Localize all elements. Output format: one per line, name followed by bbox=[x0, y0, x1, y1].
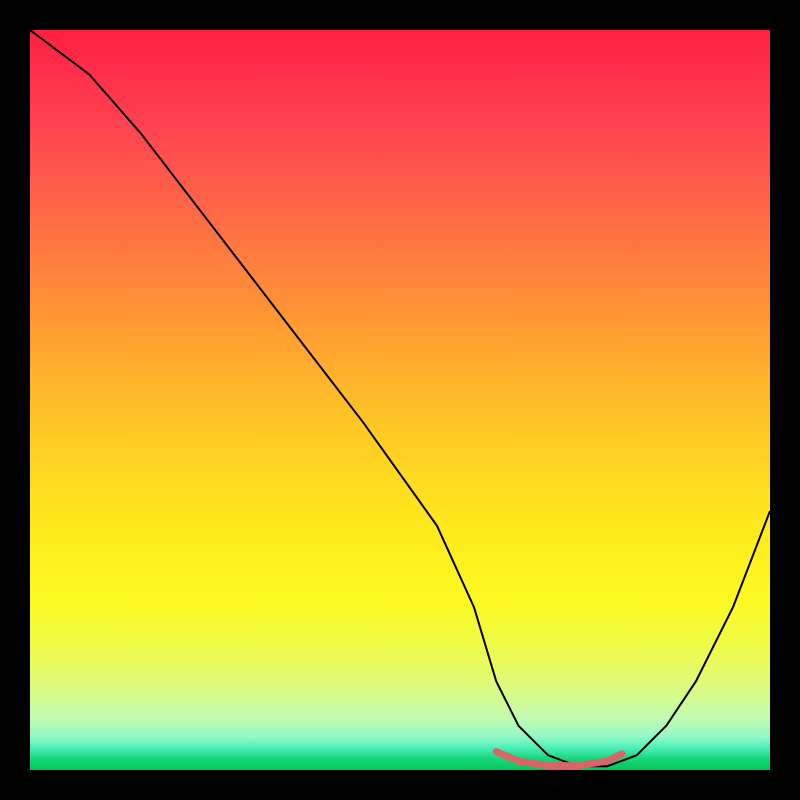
watermark-text: TheBottleneck.com bbox=[594, 6, 782, 32]
chart-area bbox=[30, 30, 770, 770]
bottleneck-curve bbox=[30, 30, 770, 766]
chart-svg bbox=[30, 30, 770, 770]
